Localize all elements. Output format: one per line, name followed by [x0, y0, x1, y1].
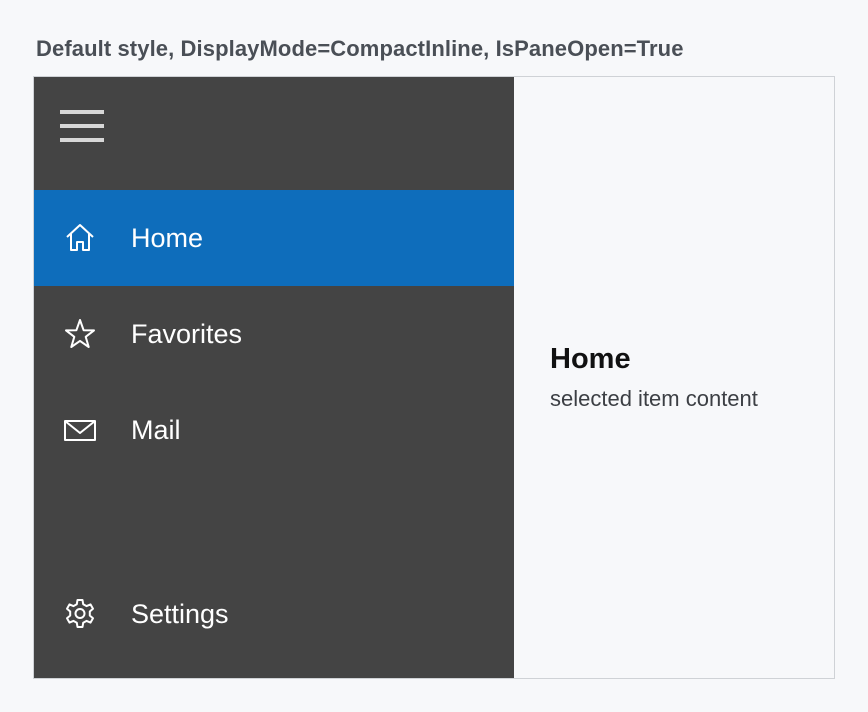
mail-icon: [64, 414, 96, 446]
nav-item-label: Settings: [131, 599, 229, 629]
home-icon: [64, 222, 96, 254]
nav-item-label: Favorites: [131, 319, 243, 349]
navigation-view: Home Favorites Mail Settings Home select…: [33, 76, 835, 679]
content-title: Home: [550, 343, 631, 375]
star-icon: [64, 318, 96, 350]
nav-item-favorites[interactable]: Favorites: [34, 286, 514, 382]
nav-item-label: Home: [131, 223, 204, 253]
nav-item-settings[interactable]: Settings: [34, 566, 514, 662]
pane-toggle-button[interactable]: [34, 77, 130, 177]
content-subtitle: selected item content: [550, 386, 758, 411]
nav-item-label: Mail: [131, 415, 181, 445]
nav-item-mail[interactable]: Mail: [34, 382, 514, 478]
nav-item-home[interactable]: Home: [34, 190, 514, 286]
gear-icon: [64, 598, 96, 630]
demo-caption: Default style, DisplayMode=CompactInline…: [36, 36, 684, 61]
content-area: Home selected item content: [514, 77, 834, 678]
navigation-pane: Home Favorites Mail Settings: [34, 77, 514, 678]
